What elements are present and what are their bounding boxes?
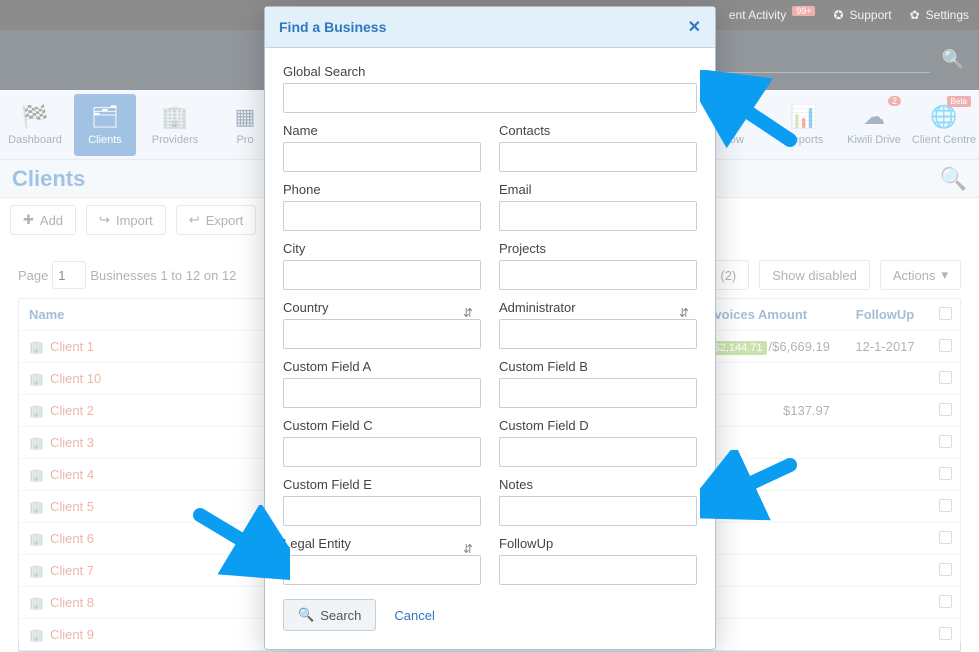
custom-field-d-input[interactable]	[499, 437, 697, 467]
find-business-modal: Find a Business ✕ Global Search Name Con…	[264, 6, 716, 650]
country-select[interactable]	[283, 319, 481, 349]
global-search-field: Global Search	[283, 64, 697, 113]
notes-input[interactable]	[499, 496, 697, 526]
custom-field-c-input[interactable]	[283, 437, 481, 467]
projects-input[interactable]	[499, 260, 697, 290]
modal-header: Find a Business ✕	[265, 7, 715, 48]
annotation-arrow	[700, 70, 800, 150]
legal-entity-select[interactable]	[283, 555, 481, 585]
city-input[interactable]	[283, 260, 481, 290]
cancel-link[interactable]: Cancel	[394, 608, 434, 623]
search-button[interactable]: 🔍Search	[283, 599, 376, 631]
contacts-input[interactable]	[499, 142, 697, 172]
global-search-input[interactable]	[283, 83, 697, 113]
followup-input[interactable]	[499, 555, 697, 585]
modal-title: Find a Business	[279, 19, 386, 35]
email-input[interactable]	[499, 201, 697, 231]
phone-input[interactable]	[283, 201, 481, 231]
name-input[interactable]	[283, 142, 481, 172]
annotation-arrow	[190, 505, 290, 585]
close-icon[interactable]: ✕	[688, 17, 701, 37]
administrator-select[interactable]	[499, 319, 697, 349]
custom-field-e-input[interactable]	[283, 496, 481, 526]
search-icon: 🔍	[298, 607, 314, 623]
custom-field-a-input[interactable]	[283, 378, 481, 408]
annotation-arrow	[700, 450, 800, 530]
custom-field-b-input[interactable]	[499, 378, 697, 408]
